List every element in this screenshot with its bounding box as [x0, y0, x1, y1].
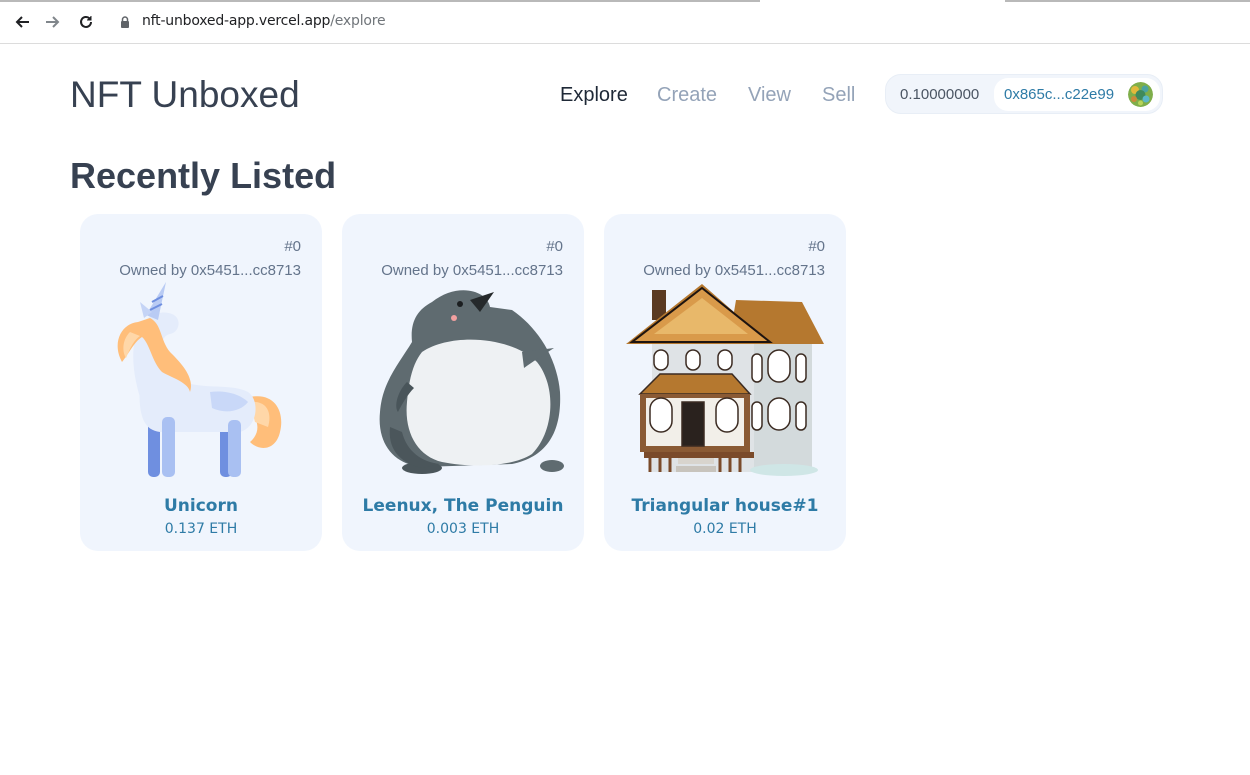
- nft-price: 0.003 ETH: [426, 521, 500, 537]
- wallet-balance: 0.10000000: [900, 86, 980, 103]
- unicorn-image: [100, 282, 302, 482]
- nft-name[interactable]: Unicorn: [80, 496, 322, 516]
- forward-icon[interactable]: [43, 12, 63, 32]
- address-bar[interactable]: nft-unboxed-app.vercel.app/explore: [142, 13, 386, 29]
- reload-icon[interactable]: [76, 12, 96, 32]
- token-id: #0: [546, 238, 563, 255]
- account-address: 0x865c...c22e99: [1004, 86, 1115, 103]
- account-button[interactable]: 0x865c...c22e99: [994, 78, 1160, 111]
- nav-view[interactable]: View: [748, 84, 791, 107]
- nft-name[interactable]: Leenux, The Penguin: [342, 496, 584, 516]
- owner-address: Owned by 0x5451...cc8713: [643, 262, 825, 279]
- nft-card[interactable]: #0 Owned by 0x5451...cc8713: [604, 214, 846, 551]
- browser-toolbar: nft-unboxed-app.vercel.app/explore: [0, 0, 1250, 44]
- tab-strip-edge: [1005, 0, 1250, 2]
- nav-sell[interactable]: Sell: [822, 84, 855, 107]
- lock-icon: [120, 15, 130, 28]
- nft-price: 0.137 ETH: [164, 521, 238, 537]
- account-avatar: [1128, 82, 1153, 107]
- nav-create[interactable]: Create: [657, 84, 717, 107]
- site-logo[interactable]: NFT Unboxed: [70, 74, 300, 116]
- nav-explore[interactable]: Explore: [560, 84, 628, 107]
- wallet-widget[interactable]: 0.10000000 0x865c...c22e99: [885, 74, 1163, 114]
- nft-card[interactable]: #0 Owned by 0x5451...cc8713: [80, 214, 322, 551]
- tab-strip-edge: [0, 0, 760, 2]
- back-icon[interactable]: [12, 12, 32, 32]
- nft-price: 0.02 ETH: [693, 521, 757, 537]
- token-id: #0: [284, 238, 301, 255]
- token-id: #0: [808, 238, 825, 255]
- owner-address: Owned by 0x5451...cc8713: [381, 262, 563, 279]
- url-host: nft-unboxed-app.vercel.app: [142, 13, 331, 29]
- section-title: Recently Listed: [70, 155, 337, 196]
- nft-card[interactable]: #0 Owned by 0x5451...cc8713 Leenux, The …: [342, 214, 584, 551]
- house-image: [624, 282, 826, 482]
- url-path: /explore: [330, 13, 386, 29]
- nft-name[interactable]: Triangular house#1: [604, 496, 846, 516]
- penguin-image: [362, 282, 564, 482]
- owner-address: Owned by 0x5451...cc8713: [119, 262, 301, 279]
